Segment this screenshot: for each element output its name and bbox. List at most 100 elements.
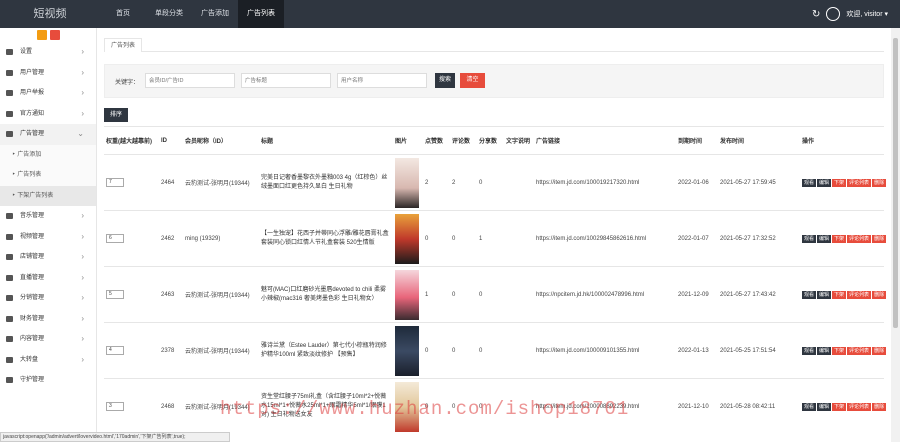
cell-publish: 2021-05-25 17:51:54 bbox=[718, 322, 800, 379]
avatar[interactable] bbox=[826, 7, 841, 21]
view-button[interactable]: 观看 bbox=[802, 346, 817, 355]
sidebar-item-ads[interactable]: 广告管理 ⌄ bbox=[0, 124, 96, 145]
delete-button[interactable]: 删除 bbox=[872, 234, 887, 243]
row-actions: 观看 编辑 下架 评论列表 删除 bbox=[802, 402, 887, 411]
cell-link[interactable]: https://item.jd.com/100019217320.html bbox=[534, 154, 676, 211]
cell-user: 云豹测试-张明月(19344) bbox=[183, 154, 259, 211]
app-logo[interactable]: 短视频 bbox=[0, 0, 100, 28]
col-desc: 文字说明 bbox=[504, 126, 534, 155]
home-icon[interactable] bbox=[36, 30, 47, 40]
offline-button[interactable]: 下架 bbox=[832, 234, 847, 243]
offline-button[interactable]: 下架 bbox=[832, 346, 847, 355]
delete-button[interactable]: 删除 bbox=[872, 402, 887, 411]
sort-input[interactable]: 3 bbox=[106, 402, 124, 412]
edit-button[interactable]: 编辑 bbox=[817, 290, 832, 299]
nav-ad-add[interactable]: 广告添加 bbox=[192, 0, 238, 28]
view-button[interactable]: 观看 bbox=[802, 402, 817, 411]
sidebar-sub-ad-add[interactable]: ‣ 广告添加 bbox=[0, 144, 96, 165]
edit-button[interactable]: 编辑 bbox=[817, 178, 832, 187]
sidebar-item-wheel[interactable]: 大转盘 › bbox=[0, 350, 96, 371]
sidebar-sub-ad-offline[interactable]: ‣ 下架广告列表 bbox=[0, 185, 96, 206]
ads-table: 权重(越大越靠前) ID 会员昵称（ID） 标题 图片 点赞数 评论数 分享数 … bbox=[104, 126, 887, 435]
sidebar-sub-ad-list[interactable]: ‣ 广告列表 bbox=[0, 165, 96, 186]
view-button[interactable]: 观看 bbox=[802, 234, 817, 243]
monitor-icon bbox=[6, 315, 13, 322]
sort-input[interactable]: 4 bbox=[106, 346, 124, 355]
delete-button[interactable]: 删除 bbox=[872, 290, 887, 299]
cell-link[interactable]: https://item.jd.com/10029845862616.html bbox=[534, 210, 676, 267]
offline-button[interactable]: 下架 bbox=[832, 402, 847, 411]
cell-publish: 2021-05-28 08:42:11 bbox=[718, 378, 800, 435]
member-id-input[interactable] bbox=[145, 73, 235, 88]
cell-link[interactable]: https://item.jd.com/100009101355.html bbox=[534, 322, 676, 379]
cell-shares: 0 bbox=[477, 322, 504, 379]
monitor-icon bbox=[6, 254, 13, 260]
sidebar-item-distribution[interactable]: 分销管理 › bbox=[0, 288, 96, 309]
sidebar-item-live[interactable]: 直播管理 › bbox=[0, 268, 96, 289]
tab-ad-list[interactable]: 广告列表 bbox=[104, 38, 143, 52]
offline-button[interactable]: 下架 bbox=[832, 290, 847, 299]
search-button[interactable]: 搜索 bbox=[435, 73, 455, 88]
comments-button[interactable]: 评论列表 bbox=[847, 290, 872, 299]
nav-ad-list[interactable]: 广告列表 bbox=[238, 0, 284, 28]
sort-input[interactable]: 7 bbox=[106, 178, 124, 187]
sidebar-item-finance[interactable]: 财务管理 › bbox=[0, 309, 96, 330]
clear-button[interactable]: 清空 bbox=[460, 73, 485, 88]
sidebar-item-guard[interactable]: 守护管理 bbox=[0, 370, 96, 391]
scrollbar-thumb[interactable] bbox=[893, 38, 898, 328]
cell-link[interactable]: https://npcitem.jd.hk/100002478996.html bbox=[534, 266, 676, 323]
sidebar-item-shops[interactable]: 店铺管理 › bbox=[0, 247, 96, 268]
cell-title: 【一生独宠】花西子并蒂同心浮雕/雕花唇膏礼盒套装同心锁口红情人节礼盒套装 520… bbox=[259, 210, 393, 267]
chevron-right-icon: › bbox=[81, 354, 84, 364]
edit-button[interactable]: 编辑 bbox=[817, 346, 832, 355]
ad-image[interactable] bbox=[395, 325, 419, 376]
view-button[interactable]: 观看 bbox=[802, 290, 817, 299]
comments-button[interactable]: 评论列表 bbox=[847, 234, 872, 243]
chevron-right-icon: › bbox=[81, 47, 84, 56]
nav-home[interactable]: 首页 bbox=[100, 0, 146, 28]
sidebar-item-music[interactable]: 音乐管理 › bbox=[0, 206, 96, 227]
username-input[interactable] bbox=[337, 73, 427, 88]
cell-id: 2468 bbox=[159, 378, 183, 435]
edit-button[interactable]: 编辑 bbox=[817, 402, 832, 411]
sidebar-tools bbox=[0, 28, 96, 42]
ad-title-input[interactable] bbox=[241, 73, 331, 88]
music-icon bbox=[6, 213, 13, 219]
scrollbar[interactable] bbox=[891, 28, 900, 442]
refresh-icon[interactable]: ↻ bbox=[812, 9, 820, 20]
sidebar-item-settings[interactable]: 设置 › bbox=[0, 42, 96, 63]
sidebar-item-content[interactable]: 内容管理 › bbox=[0, 329, 96, 350]
trash-icon[interactable] bbox=[49, 30, 60, 40]
cell-comments: 0 bbox=[450, 322, 477, 379]
sort-input[interactable]: 6 bbox=[106, 234, 124, 243]
user-menu[interactable]: 欢迎, visitor ▾ bbox=[846, 9, 888, 19]
comments-button[interactable]: 评论列表 bbox=[847, 346, 872, 355]
col-user: 会员昵称（ID） bbox=[183, 126, 259, 155]
sort-input[interactable]: 5 bbox=[106, 290, 124, 299]
chevron-right-icon: › bbox=[81, 67, 84, 77]
cell-id: 2464 bbox=[159, 154, 183, 211]
ad-image[interactable] bbox=[395, 213, 419, 264]
delete-button[interactable]: 删除 bbox=[872, 346, 887, 355]
nav-category[interactable]: 单段分类 bbox=[146, 0, 192, 28]
chevron-right-icon: › bbox=[81, 252, 84, 261]
ad-image[interactable] bbox=[395, 157, 419, 208]
comments-button[interactable]: 评论列表 bbox=[847, 178, 872, 187]
chevron-right-icon: › bbox=[81, 231, 84, 241]
sidebar-item-reports[interactable]: 用户举报 › bbox=[0, 83, 96, 104]
cell-comments: 2 bbox=[450, 154, 477, 211]
report-icon bbox=[6, 90, 13, 96]
comments-button[interactable]: 评论列表 bbox=[847, 402, 872, 411]
cell-title: 完美日记奢香墨黎衣外墨釉003 4g（红棕色）丝绒墨面口红更色持久显白 生日礼物 bbox=[259, 154, 393, 211]
bell-icon bbox=[6, 110, 13, 117]
cell-comments: 0 bbox=[450, 210, 477, 267]
ad-image[interactable] bbox=[395, 269, 419, 320]
sort-button[interactable]: 排序 bbox=[104, 108, 128, 122]
offline-button[interactable]: 下架 bbox=[832, 178, 847, 187]
sidebar-item-videos[interactable]: 视频管理 › bbox=[0, 227, 96, 248]
sidebar-item-users[interactable]: 用户管理 › bbox=[0, 63, 96, 84]
delete-button[interactable]: 删除 bbox=[872, 178, 887, 187]
sidebar-item-notices[interactable]: 官方通知 › bbox=[0, 104, 96, 125]
edit-button[interactable]: 编辑 bbox=[817, 234, 832, 243]
view-button[interactable]: 观看 bbox=[802, 178, 817, 187]
